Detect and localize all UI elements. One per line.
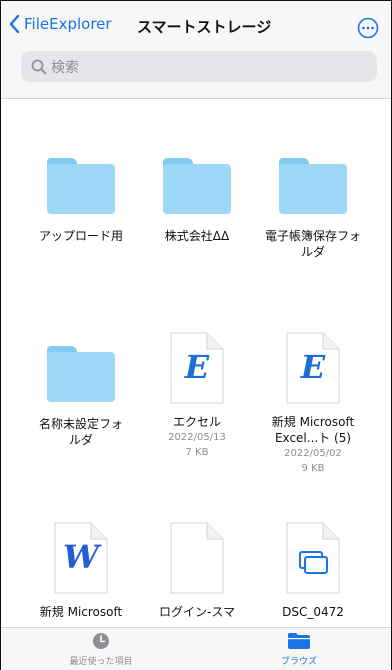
search-placeholder: 検索 [51, 59, 79, 76]
item-name: 名称未設定フォルダ [38, 417, 123, 447]
tab-browse-label: ブラウズ [280, 657, 317, 667]
folder-icon [279, 158, 347, 214]
item-name: 株式会社ΔΔ [164, 229, 230, 243]
image-file-icon [286, 522, 340, 594]
header: FileExplorer スマートストレージ 検索 [1, 1, 391, 99]
word-letter: W [63, 538, 99, 576]
item-name: 新規 Microsoft [39, 605, 123, 619]
file-item[interactable]: E 新規 Microsoft Excel...ト (5) 2022/05/02 … [254, 332, 372, 476]
tab-browse[interactable]: ブラウズ [239, 628, 359, 667]
tab-recent[interactable]: 最近使った項目 [41, 628, 161, 667]
item-name: 新規 Microsoft Excel...ト (5) [271, 415, 355, 445]
excel-letter: E [300, 348, 326, 386]
back-label: FileExplorer [24, 15, 112, 33]
tab-bar: 最近使った項目 ブラウズ [1, 627, 391, 670]
item-name: 電子帳簿保存フォルダ [264, 229, 361, 259]
file-item[interactable]: ログイン-スマ [138, 522, 256, 620]
folder-icon [47, 158, 115, 214]
excel-file-icon: E [286, 332, 340, 404]
item-name: DSC_0472 [282, 605, 344, 619]
clock-icon [93, 633, 109, 649]
excel-letter: E [184, 348, 210, 386]
back-button[interactable]: FileExplorer [9, 15, 112, 33]
item-name: アップロード用 [38, 229, 123, 243]
excel-file-icon: E [170, 332, 224, 404]
item-size: 7 KB [185, 447, 209, 458]
file-item[interactable]: E エクセル 2022/05/13 7 KB [138, 332, 256, 460]
item-date: 2022/05/02 [284, 448, 342, 459]
folder-icon [288, 633, 310, 649]
word-file-icon: W [54, 522, 108, 594]
item-size: 9 KB [301, 463, 325, 474]
chevron-left-icon [9, 15, 20, 33]
folder-icon [47, 346, 115, 402]
item-date: 2022/05/13 [168, 432, 226, 443]
page-title: スマートストレージ [137, 18, 272, 36]
ellipsis-circle-icon [357, 17, 379, 39]
item-name: エクセル [172, 415, 221, 429]
nav-bar: FileExplorer スマートストレージ [9, 15, 383, 41]
folder-item[interactable]: 株式会社ΔΔ [138, 158, 256, 244]
folder-item[interactable]: アップロード用 [22, 158, 140, 244]
more-options-button[interactable] [357, 17, 379, 39]
blank-file-icon [170, 522, 224, 594]
folder-item[interactable]: 電子帳簿保存フォルダ [254, 158, 372, 260]
item-name: ログイン-スマ [159, 605, 235, 619]
search-field[interactable]: 検索 [21, 51, 377, 82]
folder-icon [163, 158, 231, 214]
file-item[interactable]: DSC_0472 [254, 522, 372, 620]
tab-recent-label: 最近使った項目 [69, 657, 133, 667]
search-icon [31, 59, 47, 74]
folder-item[interactable]: 名称未設定フォルダ [22, 346, 140, 448]
file-item[interactable]: W 新規 Microsoft [22, 522, 140, 620]
file-grid: アップロード用 株式会社ΔΔ 電子帳簿保存フォルダ 名称未設定フォルダ E エク… [1, 99, 391, 629]
